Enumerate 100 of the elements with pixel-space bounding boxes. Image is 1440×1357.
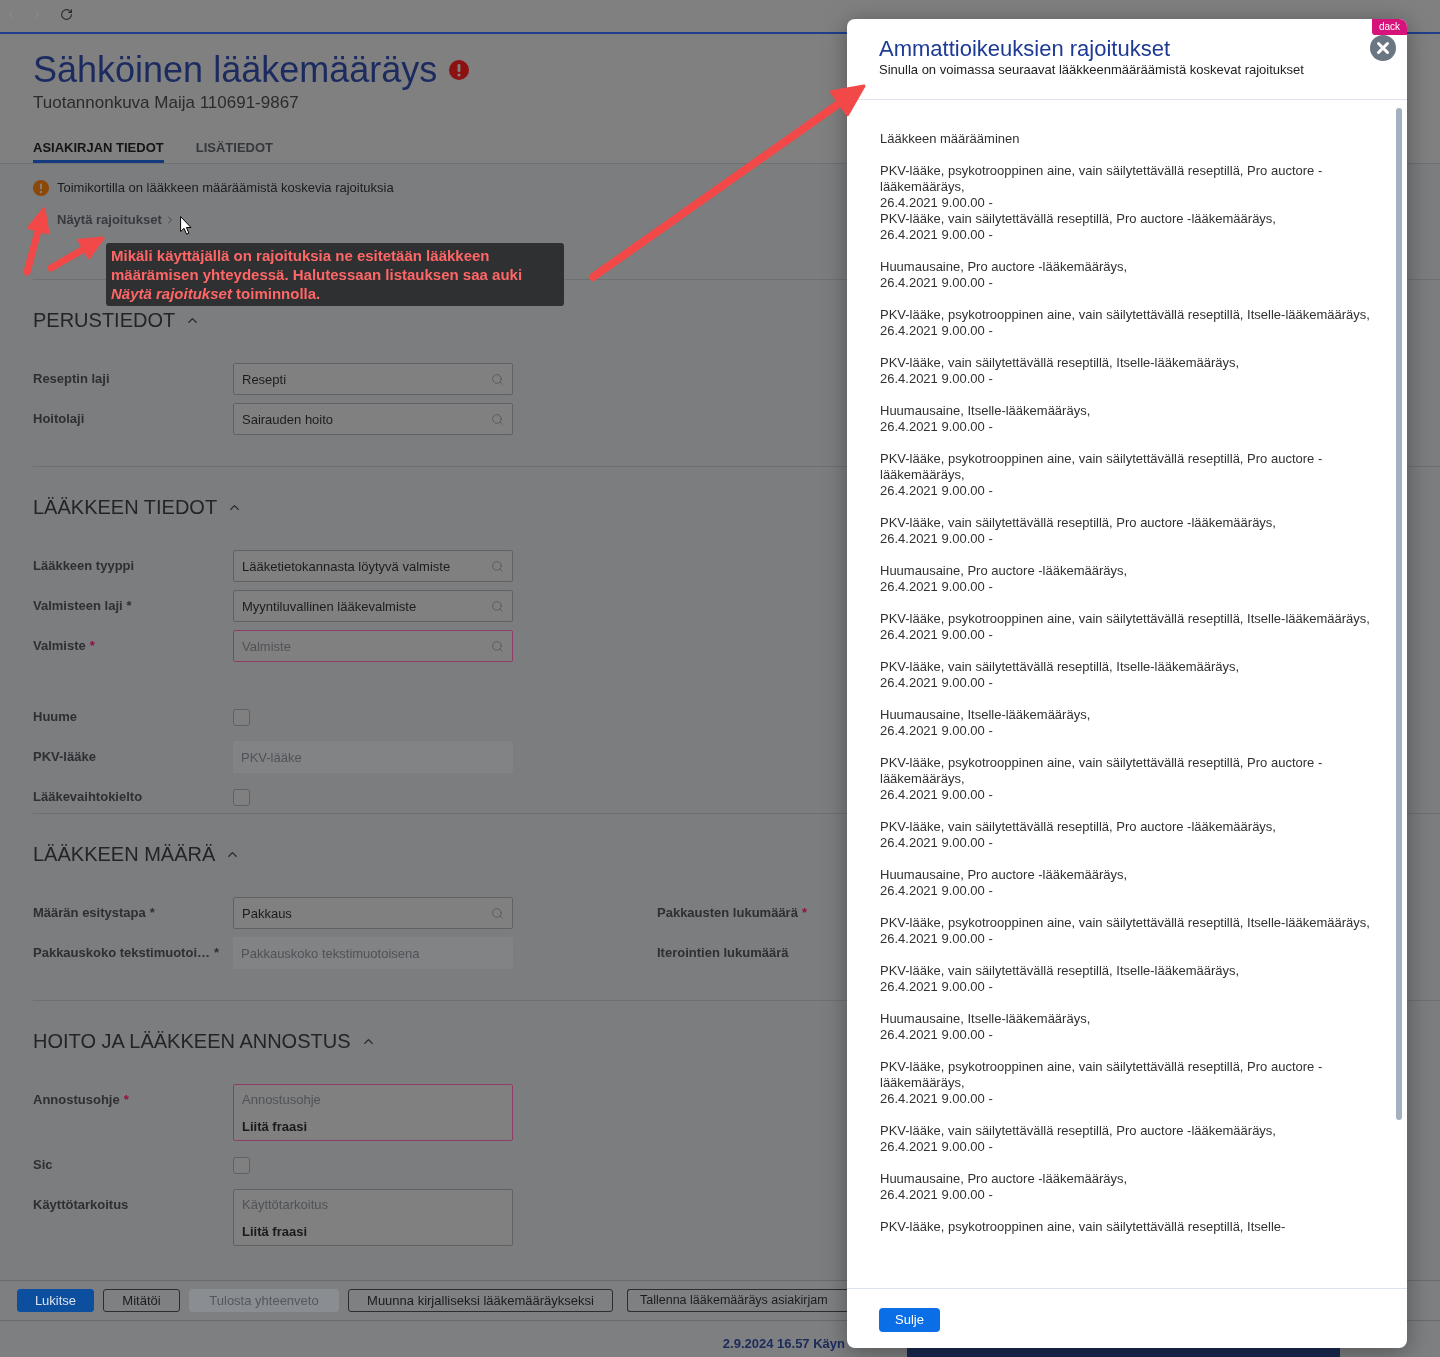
close-icon (1370, 35, 1396, 61)
validity-period: 26.4.2021 9.00.00 - (880, 579, 994, 595)
restriction-text: PKV-lääke, psykotrooppinen aine, vain säilytettävällä reseptillä, Pro auctore -lääkemääräys, (880, 451, 1324, 483)
restriction-text: PKV-lääke, vain säilytettävällä reseptillä, Itselle-lääkemääräys, (880, 963, 1241, 979)
restriction-text: PKV-lääke, psykotrooppinen aine, vain säilytettävällä reseptillä, Pro auctore -lääkemääräys, (880, 163, 1324, 195)
restriction-text: PKV-lääke, psykotrooppinen aine, vain säilytettävällä reseptillä, Itselle-lääkemääräys, (880, 307, 1371, 323)
validity-period: 26.4.2021 9.00.00 - (880, 1027, 994, 1043)
validity-period: 26.4.2021 9.00.00 - (880, 835, 994, 851)
restriction-text: Huumausaine, Pro auctore -lääkemääräys, (880, 563, 1129, 579)
validity-period: 26.4.2021 9.00.00 - (880, 979, 994, 995)
restriction-text: PKV-lääke, vain säilytettävällä reseptillä, Pro auctore -lääkemääräys, (880, 211, 1277, 227)
lookup-field[interactable]: Myyntiluvallinen lääkevalmiste (233, 590, 513, 622)
section-header[interactable]: LÄÄKKEEN TIEDOT (33, 495, 243, 519)
field-label: PKV-lääke (33, 749, 96, 765)
search-icon[interactable] (491, 600, 504, 613)
search-icon[interactable] (491, 373, 504, 386)
restriction-text: PKV-lääke, vain säilytettävällä reseptillä, Pro auctore -lääkemääräys, (880, 819, 1277, 835)
scrollbar[interactable] (1396, 108, 1402, 1120)
search-icon[interactable] (491, 907, 504, 920)
validity-period: 26.4.2021 9.00.00 - (880, 931, 994, 947)
restriction-text: PKV-lääke, psykotrooppinen aine, vain säilytettävällä reseptillä, Itselle-lääkemääräys, (880, 915, 1371, 931)
restriction-text: PKV-lääke, vain säilytettävällä reseptillä, Itselle-lääkemääräys, (880, 659, 1241, 675)
validity-period: 26.4.2021 9.00.00 - (880, 883, 994, 899)
validity-period: 26.4.2021 9.00.00 - (880, 1091, 994, 1107)
field-label: Valmisteen laji * (33, 598, 132, 614)
lookup-field[interactable]: Lääketietokannasta löytyvä valmiste (233, 550, 513, 582)
restriction-text: Huumausaine, Pro auctore -lääkemääräys, (880, 259, 1129, 275)
lookup-field[interactable]: Pakkaus (233, 897, 513, 929)
page-title: Sähköinen lääkemääräys (33, 50, 438, 90)
checkbox[interactable] (233, 788, 250, 806)
field-label: Hoitolaji (33, 411, 85, 427)
lookup-field[interactable]: Sairauden hoito (233, 403, 513, 435)
annotation-text: Mikäli käyttäjällä on rajoituksia ne esitetään lääkkeen määrämisen yhteydessä. Halutessaan listauksen saa auki Näytä rajoitukset toiminnolla. (106, 243, 564, 306)
insert-phrase-link[interactable]: Liitä fraasi (242, 1119, 308, 1135)
lookup-field[interactable]: Resepti (233, 363, 513, 395)
show-restrictions-link[interactable]: Näytä rajoitukset (57, 212, 176, 228)
field-label: Lääkevaihtokielto (33, 789, 143, 805)
restriction-text: PKV-lääke, psykotrooppinen aine, vain säilytettävällä reseptillä, Itselle- (880, 1219, 1287, 1235)
field-label: Pakkausten lukumäärä * (657, 905, 807, 921)
reload-icon[interactable] (60, 7, 73, 21)
validity-period: 26.4.2021 9.00.00 - (880, 419, 994, 435)
patient-name: Tuotannonkuva Maija 110691-9867 (33, 92, 299, 114)
field-label: Sic (33, 1157, 53, 1173)
restriction-text: Huumausaine, Pro auctore -lääkemääräys, (880, 867, 1129, 883)
checkbox[interactable] (233, 1156, 250, 1174)
restriction-text: PKV-lääke, psykotrooppinen aine, vain säilytettävällä reseptillä, Pro auctore -lääkemääräys, (880, 1059, 1324, 1091)
validity-period: 26.4.2021 9.00.00 - (880, 675, 994, 691)
field-label: Valmiste * (33, 638, 95, 654)
field-label: Iterointien lukumäärä (657, 945, 789, 961)
validity-period: 26.4.2021 9.00.00 - (880, 1139, 994, 1155)
section-header[interactable]: LÄÄKKEEN MÄÄRÄ (33, 842, 241, 866)
restriction-text: Huumausaine, Itselle-lääkemääräys, (880, 1011, 1092, 1027)
restriction-text: Huumausaine, Pro auctore -lääkemääräys, (880, 1171, 1129, 1187)
field-label: Lääkkeen tyyppi (33, 558, 135, 574)
restriction-text: PKV-lääke, vain säilytettävällä reseptillä, Pro auctore -lääkemääräys, (880, 515, 1277, 531)
field-label: Pakkauskoko tekstimuotoi… * (33, 945, 220, 961)
tab[interactable]: LISÄTIEDOT (195, 138, 273, 163)
section-header[interactable]: HOITO JA LÄÄKKEEN ANNOSTUS (33, 1029, 376, 1053)
dialog-title: Ammattioikeuksien rajoitukset (879, 36, 1170, 62)
validity-period: 26.4.2021 9.00.00 - (880, 787, 994, 803)
field-label: Reseptin laji (33, 371, 110, 387)
field-label: Määrän esitystapa * (33, 905, 155, 921)
field-label: Huume (33, 709, 78, 725)
validity-period: 26.4.2021 9.00.00 - (880, 195, 994, 211)
action-button[interactable]: Mitätöi (103, 1289, 180, 1312)
restriction-text: PKV-lääke, vain säilytettävällä reseptillä, Pro auctore -lääkemääräys, (880, 1123, 1277, 1139)
warning-icon (33, 180, 49, 196)
insert-phrase-link[interactable]: Liitä fraasi (242, 1224, 308, 1240)
search-icon[interactable] (491, 640, 504, 653)
restrictions-heading: Lääkkeen määrääminen (880, 131, 1021, 147)
validity-period: 26.4.2021 9.00.00 - (880, 627, 994, 643)
search-icon[interactable] (491, 560, 504, 573)
validity-period: 26.4.2021 9.00.00 - (880, 1187, 994, 1203)
notice-text: Toimikortilla on lääkkeen määräämistä koskevia rajoituksia (57, 180, 394, 196)
validity-period: 26.4.2021 9.00.00 - (880, 275, 994, 291)
restriction-text: PKV-lääke, psykotrooppinen aine, vain säilytettävällä reseptillä, Pro auctore -lääkemääräys, (880, 755, 1324, 787)
action-button[interactable]: Lukitse (17, 1289, 94, 1312)
field-label: Käyttötarkoitus (33, 1197, 129, 1213)
environment-badge: dack (1371, 19, 1407, 35)
field-label: Annostusohje * (33, 1092, 129, 1108)
validity-period: 26.4.2021 9.00.00 - (880, 371, 994, 387)
validity-period: 26.4.2021 9.00.00 - (880, 483, 994, 499)
section-header[interactable]: PERUSTIEDOT (33, 308, 201, 332)
close-dialog-button[interactable]: Sulje (879, 1308, 940, 1332)
search-icon[interactable] (491, 413, 504, 426)
validity-period: 26.4.2021 9.00.00 - (880, 227, 994, 243)
action-button[interactable]: Muunna kirjalliseksi lääkemääräykseksi (348, 1289, 613, 1312)
checkbox[interactable] (233, 708, 250, 726)
action-button[interactable]: Tallenna lääkemääräys asiakirjam (627, 1289, 847, 1312)
status-text: 2.9.2024 16.57 Käyn (722, 1336, 845, 1353)
dialog-subtitle: Sinulla on voimassa seuraavat lääkkeenmääräämistä koskevat rajoitukset (879, 62, 1304, 78)
cursor-icon (179, 215, 192, 235)
validity-period: 26.4.2021 9.00.00 - (880, 531, 994, 547)
validity-period: 26.4.2021 9.00.00 - (880, 723, 994, 739)
restriction-text: Huumausaine, Itselle-lääkemääräys, (880, 403, 1092, 419)
restriction-text: PKV-lääke, vain säilytettävällä reseptillä, Itselle-lääkemääräys, (880, 355, 1241, 371)
restriction-text: Huumausaine, Itselle-lääkemääräys, (880, 707, 1092, 723)
close-button[interactable] (1370, 35, 1396, 61)
validity-period: 26.4.2021 9.00.00 - (880, 323, 994, 339)
restriction-text: PKV-lääke, psykotrooppinen aine, vain säilytettävällä reseptillä, Itselle-lääkemääräys, (880, 611, 1371, 627)
